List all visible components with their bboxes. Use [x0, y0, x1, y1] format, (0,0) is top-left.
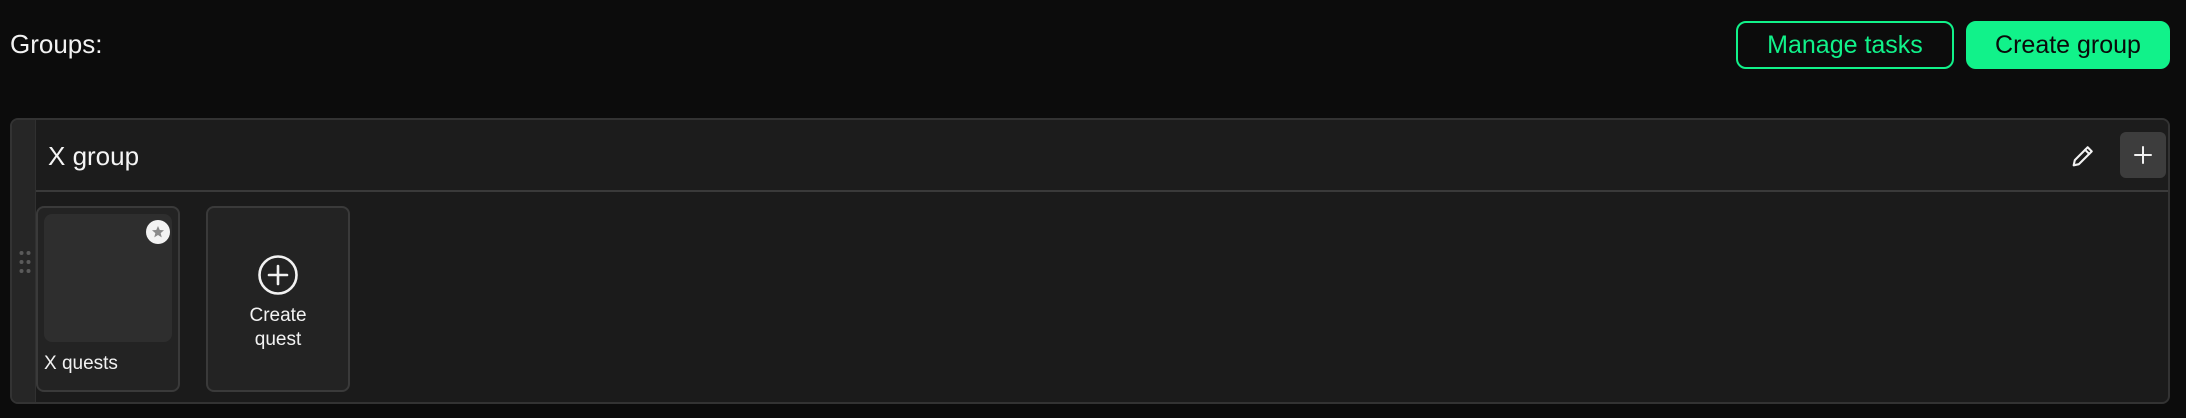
create-quest-label-line1: Create [249, 305, 307, 326]
group-drag-handle[interactable] [12, 120, 36, 402]
group-title: X group [48, 141, 140, 171]
favorite-badge[interactable] [146, 220, 170, 244]
group-header: X group [36, 120, 2168, 192]
pencil-icon [2072, 146, 2093, 167]
manage-tasks-button[interactable]: Manage tasks [1736, 21, 1954, 69]
quest-name: X quests [44, 353, 118, 374]
group-panel: X group X quests Create quest [10, 118, 2170, 404]
create-quest-label-line2: quest [254, 329, 302, 350]
add-quest-button[interactable] [2120, 132, 2166, 178]
create-quest-label: Create quest [208, 304, 348, 352]
create-group-button[interactable]: Create group [1966, 21, 2170, 69]
drag-handle-icon [19, 251, 31, 273]
quest-card[interactable]: X quests [36, 206, 180, 392]
edit-group-button[interactable] [2066, 139, 2100, 173]
quest-thumbnail [44, 214, 172, 342]
star-icon [152, 226, 164, 238]
create-quest-card[interactable]: Create quest [206, 206, 350, 392]
plus-icon [2134, 146, 2152, 164]
groups-heading: Groups: [10, 29, 103, 59]
plus-circle-icon [258, 255, 298, 295]
header-bar: Groups: Manage tasks Create group [0, 0, 2186, 90]
